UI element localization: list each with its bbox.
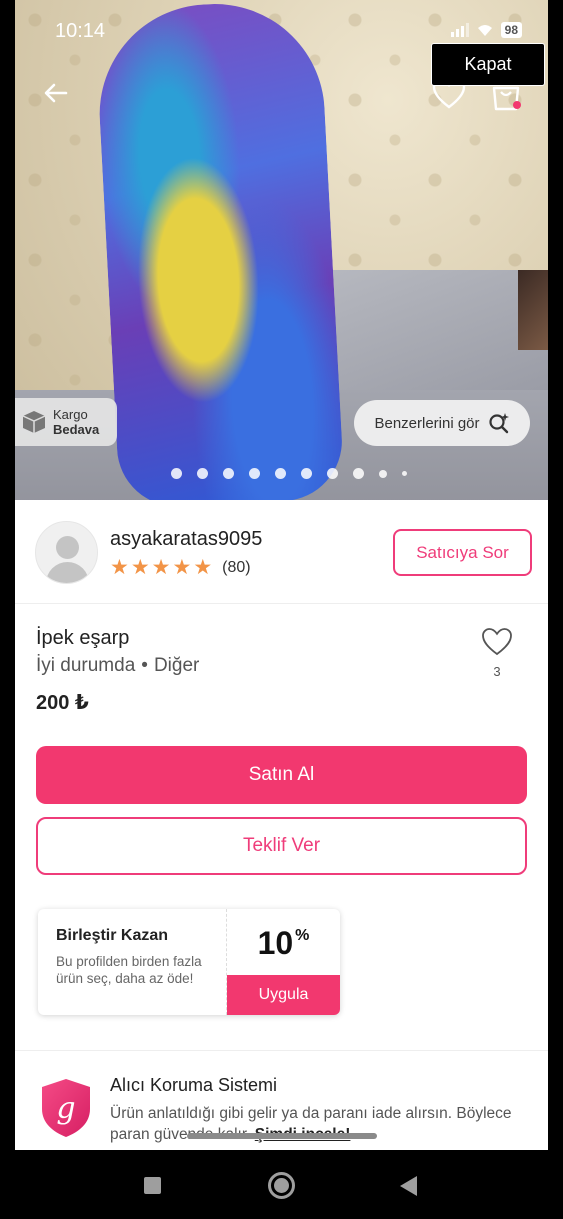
search-sparkle-icon [488, 413, 509, 434]
carousel-dot[interactable] [300, 468, 312, 479]
background-object [518, 270, 548, 350]
shield-letter: g [56, 1091, 75, 1126]
product-condition: İyi durumda [36, 655, 136, 676]
bundle-discount-card[interactable]: Birleştir Kazan Bu profilden birden fazl… [38, 909, 340, 1015]
close-button[interactable]: Kapat [431, 43, 545, 86]
favorite-count: 3 [493, 664, 501, 679]
apply-button[interactable]: Uygula [227, 975, 340, 1015]
system-nav-bar [0, 1150, 563, 1219]
wifi-icon [477, 24, 492, 36]
free-shipping-text: Kargo Bedava [53, 407, 99, 437]
carousel-dot[interactable] [196, 468, 208, 479]
discount-unit: % [295, 927, 310, 944]
star-icon: ★ [172, 556, 192, 579]
home-icon[interactable] [268, 1172, 295, 1199]
product-category[interactable]: Diğer [154, 655, 199, 677]
shipping-line2: Bedava [53, 422, 100, 437]
box-icon [22, 411, 46, 433]
star-icon: ★ [110, 556, 129, 579]
star-icon: ★ [130, 556, 150, 579]
product-photo-scarf [94, 0, 345, 500]
carousel-dot[interactable] [326, 468, 338, 479]
battery-icon: 98 [500, 22, 522, 38]
favorite-heart-icon[interactable] [481, 627, 513, 657]
avatar-body [46, 562, 89, 583]
carousel-dot[interactable] [170, 468, 182, 479]
status-time: 10:14 [55, 20, 106, 42]
avatar[interactable] [35, 521, 98, 584]
protection-title: Alıcı Koruma Sistemi [110, 1075, 278, 1095]
shield-icon: g [42, 1079, 90, 1137]
carousel-dots [15, 468, 548, 479]
seller-row[interactable]: asyakaratas9095 ★ ★ ★ ★ ★ (80) Satıcıya … [15, 500, 548, 604]
star-icon: ★ [151, 556, 171, 579]
rating-count: (80) [222, 559, 251, 576]
see-similar-label: Benzerlerini gör [374, 414, 480, 432]
free-shipping-badge: Kargo Bedava [15, 398, 117, 446]
divider [15, 1050, 548, 1051]
discount-value: 10 [257, 925, 294, 961]
product-detail-screen: 10:14 98 Kargo Bedava Benzerlerini gör K… [15, 0, 548, 1150]
carousel-dot[interactable] [274, 468, 286, 479]
recent-apps-icon[interactable] [144, 1177, 161, 1194]
product-meta: İyi durumda • Diğer [36, 655, 199, 677]
signal-icon [450, 23, 469, 37]
ask-seller-button[interactable]: Satıcıya Sor [393, 529, 532, 576]
bundle-discount: 10% [227, 925, 340, 962]
carousel-dot[interactable] [222, 468, 234, 479]
meta-separator: • [141, 655, 148, 676]
bundle-info: Birleştir Kazan Bu profilden birden fazl… [38, 909, 227, 1015]
seller-rating[interactable]: ★ ★ ★ ★ ★ (80) [110, 556, 251, 579]
product-title: İpek eşarp [36, 627, 130, 649]
carousel-dot[interactable] [401, 471, 407, 476]
nav-back-icon[interactable] [400, 1176, 417, 1196]
carousel-dot[interactable] [378, 470, 387, 478]
see-similar-button[interactable]: Benzerlerini gör [354, 400, 530, 446]
star-icon: ★ [193, 556, 213, 579]
seller-username[interactable]: asyakaratas9095 [110, 528, 262, 551]
carousel-dot[interactable] [248, 468, 260, 479]
back-arrow-icon[interactable] [41, 78, 71, 108]
bundle-description: Bu profilden birden fazla ürün seç, daha… [56, 954, 202, 986]
carousel-dot[interactable] [352, 468, 364, 479]
product-price: 200 ₺ [36, 692, 89, 714]
shipping-line1: Kargo [53, 407, 88, 422]
status-icons: 98 [450, 22, 522, 38]
make-offer-button[interactable]: Teklif Ver [36, 817, 527, 875]
bundle-title: Birleştir Kazan [56, 927, 169, 944]
home-indicator[interactable] [187, 1133, 377, 1139]
avatar-head [56, 536, 79, 559]
buy-button[interactable]: Satın Al [36, 746, 527, 804]
